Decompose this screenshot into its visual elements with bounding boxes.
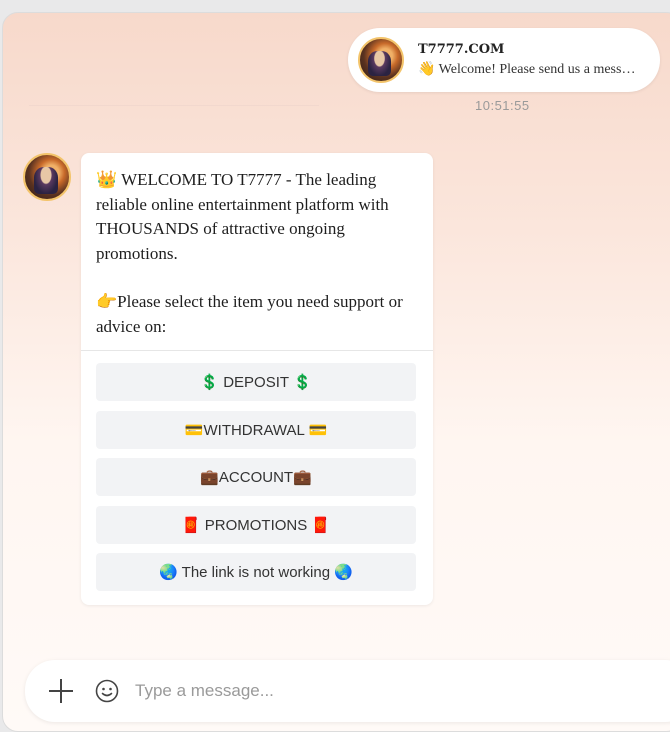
quick-reply-options: 💲 DEPOSIT 💲 💳WITHDRAWAL 💳 💼ACCOUNT💼 🧧 PR… bbox=[81, 351, 433, 591]
divider bbox=[29, 105, 319, 106]
message-composer bbox=[25, 660, 670, 722]
option-withdrawal-button[interactable]: 💳WITHDRAWAL 💳 bbox=[96, 410, 416, 449]
notification-bubble[interactable]: T7777.COM 👋 Welcome! Please send us a me… bbox=[348, 28, 660, 92]
option-link-not-working-button[interactable]: 🌏 The link is not working 🌏 bbox=[96, 553, 416, 591]
message-input[interactable] bbox=[133, 680, 533, 702]
notification-text: T7777.COM 👋 Welcome! Please send us a me… bbox=[418, 42, 648, 78]
smile-icon[interactable] bbox=[95, 679, 119, 703]
welcome-paragraph: 👑 WELCOME TO T7777 - The leading reliabl… bbox=[96, 170, 389, 263]
bot-avatar bbox=[23, 153, 71, 201]
option-promotions-button[interactable]: 🧧 PROMOTIONS 🧧 bbox=[96, 505, 416, 544]
chat-window: T7777.COM 👋 Welcome! Please send us a me… bbox=[2, 12, 670, 732]
option-deposit-button[interactable]: 💲 DEPOSIT 💲 bbox=[96, 363, 416, 401]
notification-preview: 👋 Welcome! Please send us a mess… bbox=[418, 62, 636, 77]
bot-message-text: 👑 WELCOME TO T7777 - The leading reliabl… bbox=[81, 153, 433, 351]
plus-icon[interactable] bbox=[49, 679, 73, 703]
message-timestamp: 10:51:55 bbox=[475, 98, 530, 113]
brand-avatar bbox=[358, 37, 404, 83]
option-account-button[interactable]: 💼ACCOUNT💼 bbox=[96, 458, 416, 496]
notification-title: T7777.COM bbox=[418, 42, 505, 57]
select-prompt: 👉Please select the item you need support… bbox=[96, 292, 403, 336]
bot-message-card: 👑 WELCOME TO T7777 - The leading reliabl… bbox=[81, 153, 433, 605]
